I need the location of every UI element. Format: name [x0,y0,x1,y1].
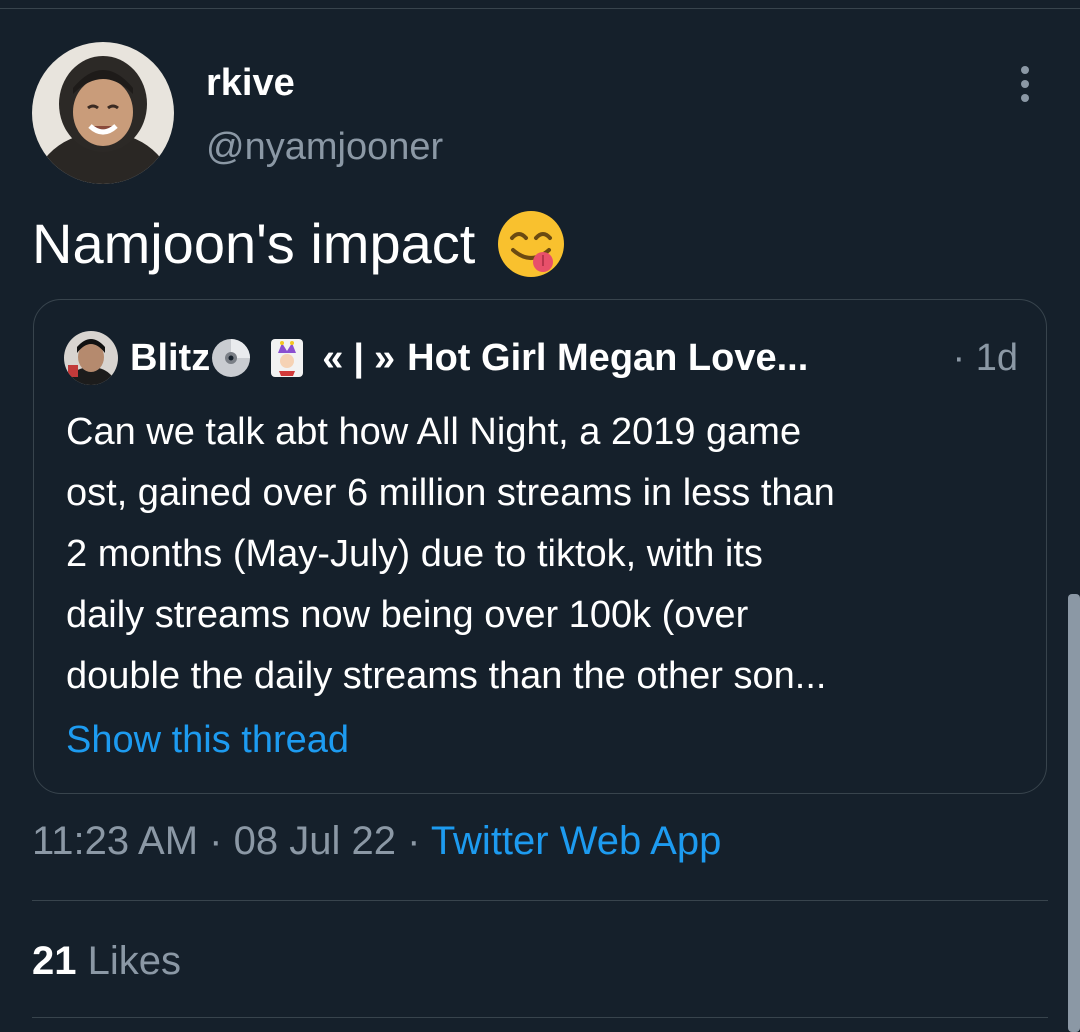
tweet-date[interactable]: 08 Jul 22 [234,819,396,863]
top-divider [0,8,1080,9]
tweet-text: Namjoon's impact [32,208,567,280]
meta-separator: · [209,819,223,863]
quoted-tweet-line: 2 months (May-July) due to tiktok, with … [66,533,763,575]
likes-label: Likes [87,939,182,983]
likes-link[interactable]: 21 Likes [32,936,181,986]
quoted-tweet-header: Blitz « | » Hot Girl Megan Love... · 1d [64,330,1024,386]
meta-separator: · [407,819,421,863]
divider [32,1017,1048,1018]
show-this-thread-link[interactable]: Show this thread [66,715,349,765]
quoted-tweet-time[interactable]: · 1d [953,335,1024,381]
author-display-name[interactable]: rkive [206,60,295,106]
quoted-tweet-line: Can we talk abt how All Night, a 2019 ga… [66,411,802,453]
divider [32,900,1048,901]
quoted-author-name-part2: « [322,337,344,379]
tweet-meta: 11:23 AM · 08 Jul 22 · Twitter Web App [32,816,721,866]
quoted-author-name-part5: Hot Girl Megan Love... [407,337,809,379]
author-avatar[interactable] [32,42,174,184]
tweet-timestamp[interactable]: 11:23 AM [32,819,198,863]
face-savoring-food-emoji [495,208,567,280]
optical-disc-emoji [210,337,252,379]
quoted-tweet-card[interactable]: Blitz « | » Hot Girl Megan Love... · 1d … [33,299,1047,794]
quoted-tweet-line: daily streams now being over 100k (over [66,594,749,636]
joker-card-emoji [266,337,308,379]
tweet-source-link[interactable]: Twitter Web App [431,819,722,863]
tweet-detail-page: rkive @nyamjooner Namjoon's impact Blitz… [0,0,1080,1032]
quoted-author-name-part3: | [353,337,364,379]
quoted-author-avatar [64,331,118,385]
quoted-author-name: Blitz « | » Hot Girl Megan Love... [130,335,808,381]
more-options-button[interactable] [1002,60,1048,108]
quoted-tweet-line: ost, gained over 6 million streams in le… [66,472,835,514]
tweet-text-content: Namjoon's impact [32,212,476,275]
quoted-tweet-text: Can we talk abt how All Night, a 2019 ga… [66,402,1026,707]
quoted-author-name-part1: Blitz [130,337,211,379]
quoted-author-name-part4: » [374,337,396,379]
author-handle[interactable]: @nyamjooner [206,124,443,170]
quoted-tweet-line: double the daily streams than the other … [66,655,827,697]
more-vertical-icon [1021,66,1029,102]
scrollbar-thumb[interactable] [1068,594,1080,1032]
likes-count: 21 [32,939,77,983]
